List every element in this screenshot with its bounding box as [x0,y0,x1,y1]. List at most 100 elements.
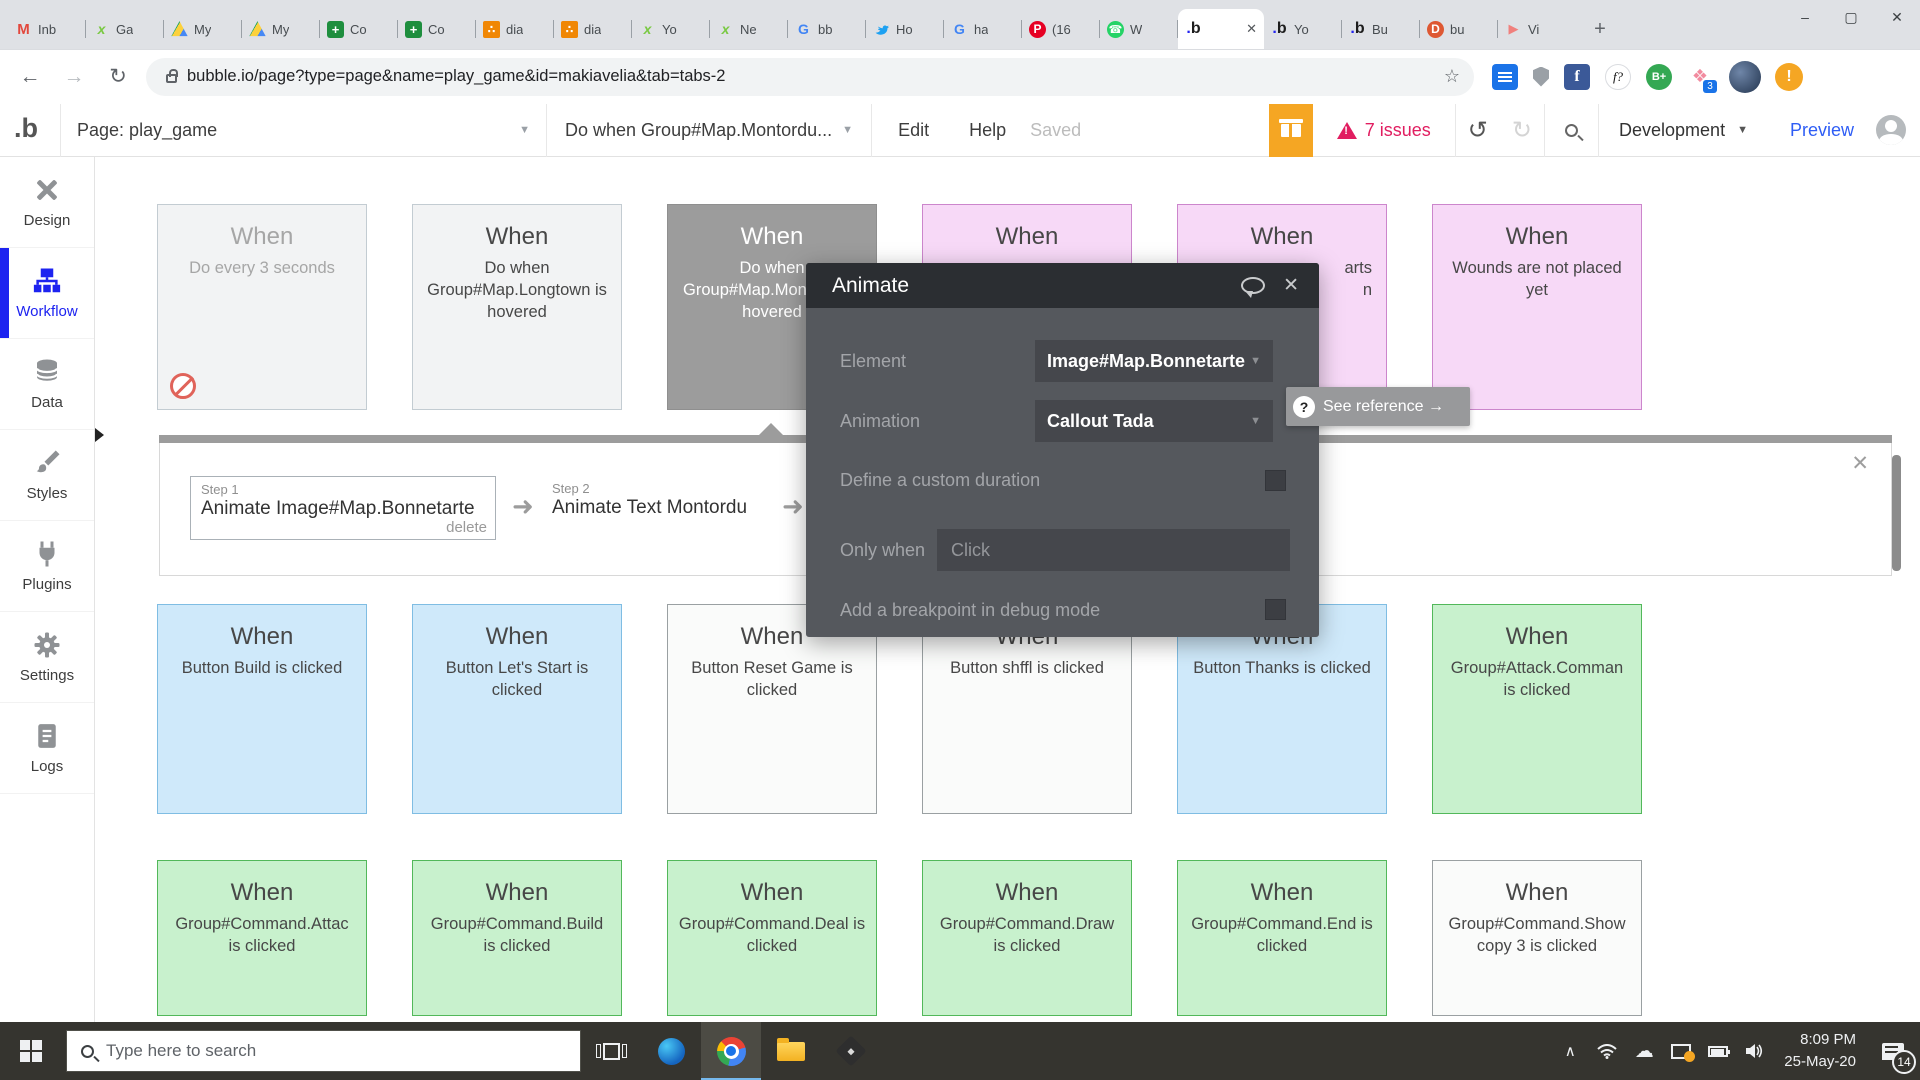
sidebar-item-logs[interactable]: Logs [0,703,94,794]
taskbar-app-edge[interactable] [641,1022,701,1080]
browser-tab[interactable]: My [242,9,320,49]
sidebar-item-design[interactable]: Design [0,157,94,248]
bplus-extension-icon[interactable]: B+ [1646,64,1672,90]
workflow-event-card[interactable]: WhenDo when Group#Map.Longtown is hovere… [412,204,622,410]
facebook-extension-icon[interactable]: f [1564,64,1590,90]
comment-bubble-icon[interactable] [1241,277,1265,294]
address-bar[interactable]: bubble.io/page?type=page&name=play_game&… [146,58,1474,96]
sidebar-item-styles[interactable]: Styles [0,430,94,521]
wifi-icon[interactable] [1592,1044,1622,1059]
display-sync-icon[interactable] [1666,1044,1696,1059]
workflow-event-card[interactable]: WhenGroup#Command.End is clicked [1177,860,1387,1016]
bubble-logo[interactable]: .b [0,113,60,148]
browser-tab[interactable]: xGa [86,9,164,49]
sidebar-item-workflow[interactable]: Workflow [0,248,94,339]
sidebar-expander-icon[interactable] [95,428,104,442]
font-extension-icon[interactable]: f? [1605,64,1631,90]
printer-extension-icon[interactable] [1492,64,1518,90]
animate-modal-header[interactable]: Animate ✕ [806,263,1319,308]
redo-button[interactable]: ↻ [1500,116,1544,145]
step-2-card[interactable]: Step 2 Animate Text Montordu [552,481,747,519]
step-delete-link[interactable]: delete [446,519,487,536]
workflow-event-card[interactable]: WhenGroup#Command.Draw is clicked [922,860,1132,1016]
taskbar-search-input[interactable]: Type here to search [66,1030,581,1072]
browser-tab-active[interactable]: .b✕ [1178,9,1264,49]
account-avatar[interactable] [1876,115,1906,145]
browser-tab[interactable]: ☎W [1100,9,1178,49]
workflow-event-card[interactable]: WhenWounds are not placed yet [1432,204,1642,410]
undo-button[interactable]: ↺ [1456,116,1500,145]
close-button[interactable]: ✕ [1874,0,1920,34]
workflow-event-card[interactable]: WhenGroup#Command.Show copy 3 is clicked [1432,860,1642,1016]
volume-icon[interactable] [1740,1043,1770,1059]
workflow-event-card[interactable]: WhenGroup#Command.Deal is clicked [667,860,877,1016]
task-view-button[interactable] [581,1022,641,1080]
browser-tab[interactable]: Gha [944,9,1022,49]
browser-tab[interactable]: +Co [320,9,398,49]
reload-button[interactable]: ↻ [104,64,132,89]
taskbar-clock[interactable]: 8:09 PM 25-May-20 [1784,1029,1856,1073]
browser-tab[interactable]: +Co [398,9,476,49]
browser-profile-avatar[interactable] [1729,61,1761,93]
preview-button[interactable]: Preview [1768,120,1876,141]
browser-tab[interactable]: ▶Vi [1498,9,1576,49]
browser-tab[interactable]: My [164,9,242,49]
animation-dropdown[interactable]: Callout Tada ▼ [1035,400,1273,442]
custom-duration-checkbox[interactable] [1265,470,1286,491]
notification-center-button[interactable]: 14 [1866,1022,1920,1080]
start-button[interactable] [0,1022,62,1080]
maximize-button[interactable]: ▢ [1828,0,1874,34]
step-1-card[interactable]: Step 1 Animate Image#Map.Bonnetarte dele… [190,476,496,540]
sidebar-item-settings[interactable]: Settings [0,612,94,703]
browser-tab[interactable]: .bBu [1342,9,1420,49]
minimize-button[interactable]: – [1782,0,1828,34]
search-icon[interactable] [1565,124,1578,137]
browser-tab[interactable]: xYo [632,9,710,49]
modal-close-icon[interactable]: ✕ [1283,274,1299,297]
browser-tab[interactable]: ∴dia [554,9,632,49]
workflow-event-card[interactable]: WhenDo every 3 seconds [157,204,367,410]
only-when-input[interactable]: Click [937,529,1290,571]
workflow-event-card[interactable]: WhenGroup#Command.Attac is clicked [157,860,367,1016]
taskbar-app-inkscape[interactable] [821,1022,881,1080]
vertical-scrollbar-thumb[interactable] [1892,455,1901,571]
tray-chevron-icon[interactable]: ∧ [1555,1042,1585,1060]
browser-tab[interactable]: xNe [710,9,788,49]
browser-tab[interactable]: Gbb [788,9,866,49]
update-warning-icon[interactable]: ! [1775,63,1803,91]
new-tab-button[interactable]: + [1586,15,1614,43]
page-selector-dropdown[interactable]: Page: play_game ▼ [61,104,546,156]
forward-button[interactable]: → [60,65,88,89]
browser-tab[interactable]: Ho [866,9,944,49]
environment-dropdown[interactable]: Development ▼ [1599,120,1768,141]
browser-tab[interactable]: MInb [8,9,86,49]
event-selector-dropdown[interactable]: Do when Group#Map.Montordu... ▼ [547,104,871,156]
issues-indicator[interactable]: 7 issues [1313,120,1455,141]
onedrive-cloud-icon[interactable]: ☁ [1629,1040,1659,1063]
help-menu[interactable]: Help [955,120,1020,141]
workflow-event-card[interactable]: WhenButton Let's Start is clicked [412,604,622,814]
browser-tab[interactable]: ∴dia [476,9,554,49]
browser-tab[interactable]: P(16 [1022,9,1100,49]
gift-button[interactable] [1269,104,1313,157]
workflow-event-card[interactable]: WhenButton Build is clicked [157,604,367,814]
battery-icon[interactable] [1703,1046,1733,1057]
step-panel-close-icon[interactable]: ✕ [1851,451,1869,476]
element-dropdown[interactable]: Image#Map.Bonnetarte ▼ [1035,340,1273,382]
workflow-event-card[interactable]: WhenGroup#Command.Build is clicked [412,860,622,1016]
browser-tab[interactable]: .bYo [1264,9,1342,49]
see-reference-button[interactable]: ? See reference → [1286,387,1470,426]
breakpoint-checkbox[interactable] [1265,599,1286,620]
shield-extension-icon[interactable] [1533,67,1549,87]
edit-menu[interactable]: Edit [872,120,955,141]
workflow-event-card[interactable]: WhenGroup#Attack.Comman is clicked [1432,604,1642,814]
browser-tab[interactable]: Dbu [1420,9,1498,49]
sidebar-item-plugins[interactable]: Plugins [0,521,94,612]
taskbar-app-chrome[interactable] [701,1022,761,1080]
sidebar-item-data[interactable]: Data [0,339,94,430]
taskbar-app-explorer[interactable] [761,1022,821,1080]
bookmark-star-icon[interactable]: ☆ [1444,66,1460,87]
tab-close-icon[interactable]: ✕ [1246,21,1257,37]
back-button[interactable]: ← [16,65,44,89]
puzzle-extension-icon[interactable]: ❖3 [1687,64,1713,90]
